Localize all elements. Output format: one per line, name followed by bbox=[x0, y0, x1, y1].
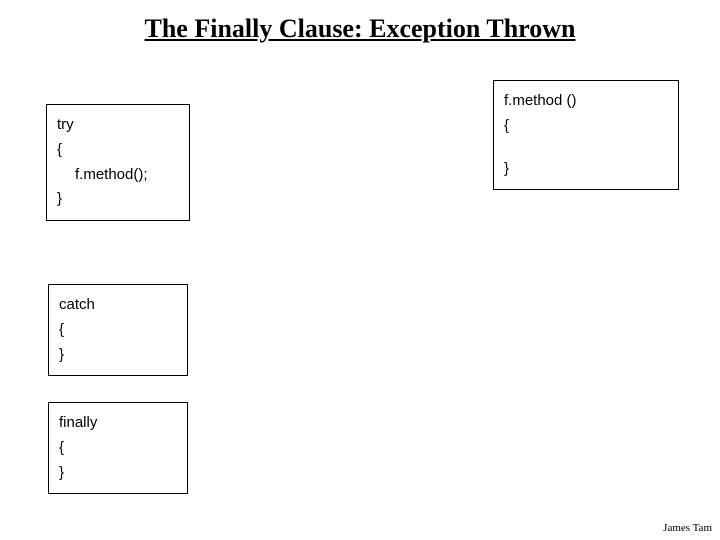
close-brace: } bbox=[59, 343, 177, 368]
method-signature: f.method () bbox=[504, 89, 668, 114]
open-brace: { bbox=[504, 114, 668, 139]
finally-keyword: finally bbox=[59, 411, 177, 436]
method-body-blank bbox=[504, 139, 668, 157]
page-title: The Finally Clause: Exception Thrown bbox=[0, 14, 720, 44]
open-brace: { bbox=[57, 138, 179, 163]
open-brace: { bbox=[59, 318, 177, 343]
open-brace: { bbox=[59, 436, 177, 461]
close-brace: } bbox=[504, 157, 668, 182]
catch-keyword: catch bbox=[59, 293, 177, 318]
finally-block-box: finally { } bbox=[48, 402, 188, 494]
try-block-box: try { f.method(); } bbox=[46, 104, 190, 221]
method-body-box: f.method () { } bbox=[493, 80, 679, 190]
close-brace: } bbox=[57, 187, 179, 212]
try-statement: f.method(); bbox=[57, 163, 179, 188]
footer-author: James Tam bbox=[663, 522, 712, 534]
try-keyword: try bbox=[57, 113, 179, 138]
catch-block-box: catch { } bbox=[48, 284, 188, 376]
close-brace: } bbox=[59, 461, 177, 486]
